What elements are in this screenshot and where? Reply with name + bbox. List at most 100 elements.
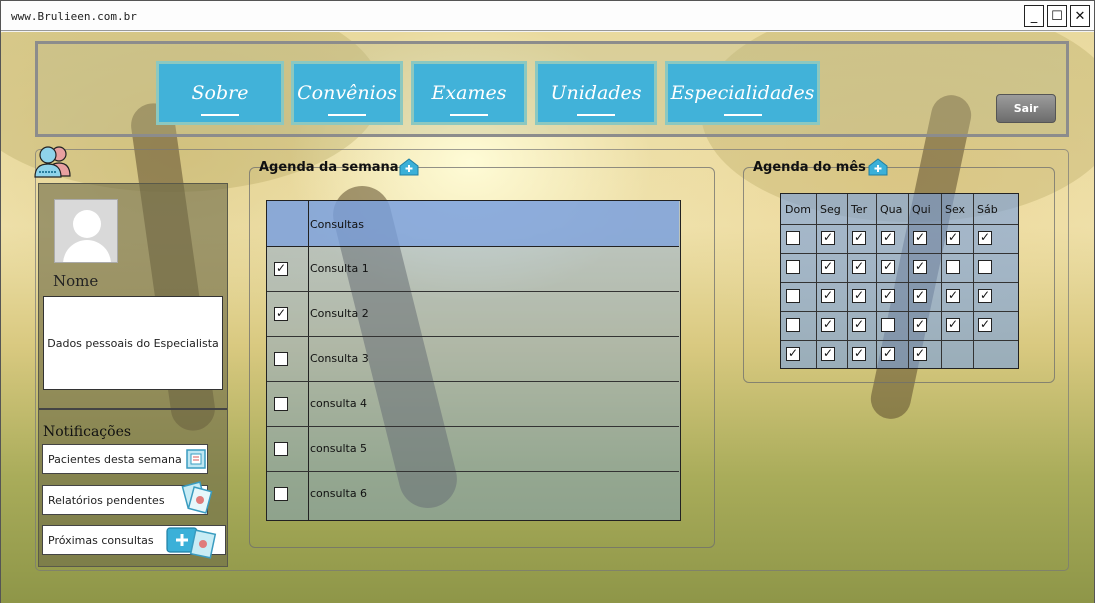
day-checkbox[interactable]: ✓ bbox=[852, 289, 866, 303]
nav-exames[interactable]: Exames bbox=[411, 61, 527, 125]
grid-line bbox=[973, 194, 974, 368]
day-header: Sex bbox=[945, 203, 966, 216]
notification-label: Relatórios pendentes bbox=[48, 493, 165, 507]
avatar-body bbox=[63, 240, 111, 262]
day-checkbox[interactable] bbox=[786, 260, 800, 274]
day-checkbox[interactable]: ✓ bbox=[821, 231, 835, 245]
day-checkbox[interactable]: ✓ bbox=[821, 347, 835, 361]
table-row: consulta 5 bbox=[267, 427, 679, 472]
table-row: consulta 4 bbox=[267, 382, 679, 427]
day-checkbox[interactable]: ✓ bbox=[978, 231, 992, 245]
day-checkbox[interactable]: ✓ bbox=[913, 347, 927, 361]
day-checkbox[interactable] bbox=[786, 318, 800, 332]
grid-line bbox=[816, 194, 817, 368]
day-checkbox[interactable]: ✓ bbox=[946, 318, 960, 332]
consultation-label: consulta 4 bbox=[310, 397, 368, 410]
close-button[interactable]: ✕ bbox=[1070, 5, 1090, 27]
users-icon bbox=[34, 146, 71, 178]
table-row: consulta 6 bbox=[267, 472, 679, 517]
day-checkbox[interactable]: ✓ bbox=[821, 318, 835, 332]
avatar bbox=[54, 199, 118, 263]
add-home-icon[interactable] bbox=[398, 157, 420, 177]
day-checkbox[interactable]: ✓ bbox=[946, 231, 960, 245]
browser-window: www.Brulieen.com.br _ ☐ ✕ Sobre Convênio… bbox=[0, 0, 1095, 603]
day-checkbox[interactable]: ✓ bbox=[913, 231, 927, 245]
day-checkbox[interactable]: ✓ bbox=[821, 260, 835, 274]
notification-label: Próximas consultas bbox=[48, 533, 154, 547]
grid-line bbox=[847, 194, 848, 368]
nav-unidades[interactable]: Unidades bbox=[535, 61, 657, 125]
grid-line bbox=[781, 253, 1018, 254]
day-checkbox[interactable]: ✓ bbox=[881, 347, 895, 361]
consultation-label: Consulta 1 bbox=[310, 262, 369, 275]
divider bbox=[39, 408, 227, 410]
day-header: Ter bbox=[851, 203, 868, 216]
main-navigation: Sobre Convênios Exames Unidades Especial… bbox=[35, 41, 1069, 137]
specialist-panel: Nome Dados pessoais do Especialista Noti… bbox=[38, 183, 228, 567]
table-row: ✓ Consulta 1 bbox=[267, 247, 679, 292]
grid-line bbox=[908, 194, 909, 368]
table-row: ✓ Consulta 2 bbox=[267, 292, 679, 337]
day-header: Seg bbox=[820, 203, 841, 216]
personal-data-box[interactable]: Dados pessoais do Especialista bbox=[43, 296, 223, 390]
nav-sobre[interactable]: Sobre bbox=[156, 61, 284, 125]
table-row: Consulta 3 bbox=[267, 337, 679, 382]
name-label: Nome bbox=[53, 272, 99, 290]
day-checkbox[interactable] bbox=[978, 260, 992, 274]
nav-especialidades[interactable]: Especialidades bbox=[665, 61, 820, 125]
consultation-label: consulta 5 bbox=[310, 442, 368, 455]
notifications-title: Notificações bbox=[43, 424, 132, 440]
nav-convenios[interactable]: Convênios bbox=[291, 61, 403, 125]
day-checkbox[interactable]: ✓ bbox=[978, 318, 992, 332]
consultation-checkbox[interactable] bbox=[274, 397, 288, 411]
title-bar: www.Brulieen.com.br _ ☐ ✕ bbox=[1, 1, 1094, 31]
day-checkbox[interactable]: ✓ bbox=[852, 260, 866, 274]
month-calendar: Dom Seg Ter Qua Qui Sex Sáb ✓ ✓ ✓ ✓ ✓ ✓ ✓ ✓ ✓ ✓ ✓ ✓ ✓ ✓ ✓ ✓ ✓ ✓ ✓… bbox=[780, 193, 1019, 369]
day-checkbox[interactable] bbox=[786, 231, 800, 245]
minimize-button[interactable]: _ bbox=[1024, 5, 1044, 27]
day-checkbox[interactable]: ✓ bbox=[852, 347, 866, 361]
month-agenda-title: Agenda do mês bbox=[753, 160, 866, 175]
day-checkbox[interactable] bbox=[946, 260, 960, 274]
logout-button[interactable]: Sair bbox=[996, 94, 1056, 123]
grid-line bbox=[781, 224, 1018, 225]
week-agenda-title: Agenda da semana bbox=[259, 160, 399, 175]
day-checkbox[interactable]: ✓ bbox=[821, 289, 835, 303]
consultation-checkbox[interactable] bbox=[274, 352, 288, 366]
consultation-checkbox[interactable] bbox=[274, 487, 288, 501]
maximize-button[interactable]: ☐ bbox=[1047, 5, 1067, 27]
day-header: Dom bbox=[785, 203, 811, 216]
day-header: Sáb bbox=[977, 203, 998, 216]
day-checkbox[interactable]: ✓ bbox=[786, 347, 800, 361]
reports-icon bbox=[181, 481, 213, 514]
notification-patients-week[interactable]: Pacientes desta semana bbox=[42, 444, 208, 474]
day-checkbox[interactable]: ✓ bbox=[852, 231, 866, 245]
grid-line bbox=[781, 311, 1018, 312]
day-checkbox[interactable]: ✓ bbox=[978, 289, 992, 303]
day-checkbox[interactable]: ✓ bbox=[946, 289, 960, 303]
day-checkbox[interactable]: ✓ bbox=[881, 231, 895, 245]
url-text: www.Brulieen.com.br bbox=[11, 10, 137, 23]
consultation-checkbox[interactable]: ✓ bbox=[274, 262, 288, 276]
table-header: Consultas bbox=[267, 201, 679, 247]
consultation-checkbox[interactable] bbox=[274, 442, 288, 456]
consultation-checkbox[interactable]: ✓ bbox=[274, 307, 288, 321]
avatar-head bbox=[73, 210, 101, 238]
consultation-label: Consulta 2 bbox=[310, 307, 369, 320]
grid-line bbox=[781, 282, 1018, 283]
consultation-label: consulta 6 bbox=[310, 487, 368, 500]
day-checkbox[interactable]: ✓ bbox=[881, 289, 895, 303]
grid-line bbox=[941, 194, 942, 368]
day-checkbox[interactable]: ✓ bbox=[913, 260, 927, 274]
day-checkbox[interactable]: ✓ bbox=[913, 289, 927, 303]
day-header: Qui bbox=[912, 203, 931, 216]
day-checkbox[interactable]: ✓ bbox=[913, 318, 927, 332]
day-checkbox[interactable] bbox=[881, 318, 895, 332]
notification-label: Pacientes desta semana bbox=[48, 452, 182, 466]
day-checkbox[interactable]: ✓ bbox=[852, 318, 866, 332]
column-header-consultas: Consultas bbox=[310, 218, 364, 231]
day-checkbox[interactable] bbox=[786, 289, 800, 303]
window-controls: _ ☐ ✕ bbox=[1024, 5, 1090, 27]
add-home-icon[interactable] bbox=[867, 157, 889, 177]
day-checkbox[interactable]: ✓ bbox=[881, 260, 895, 274]
